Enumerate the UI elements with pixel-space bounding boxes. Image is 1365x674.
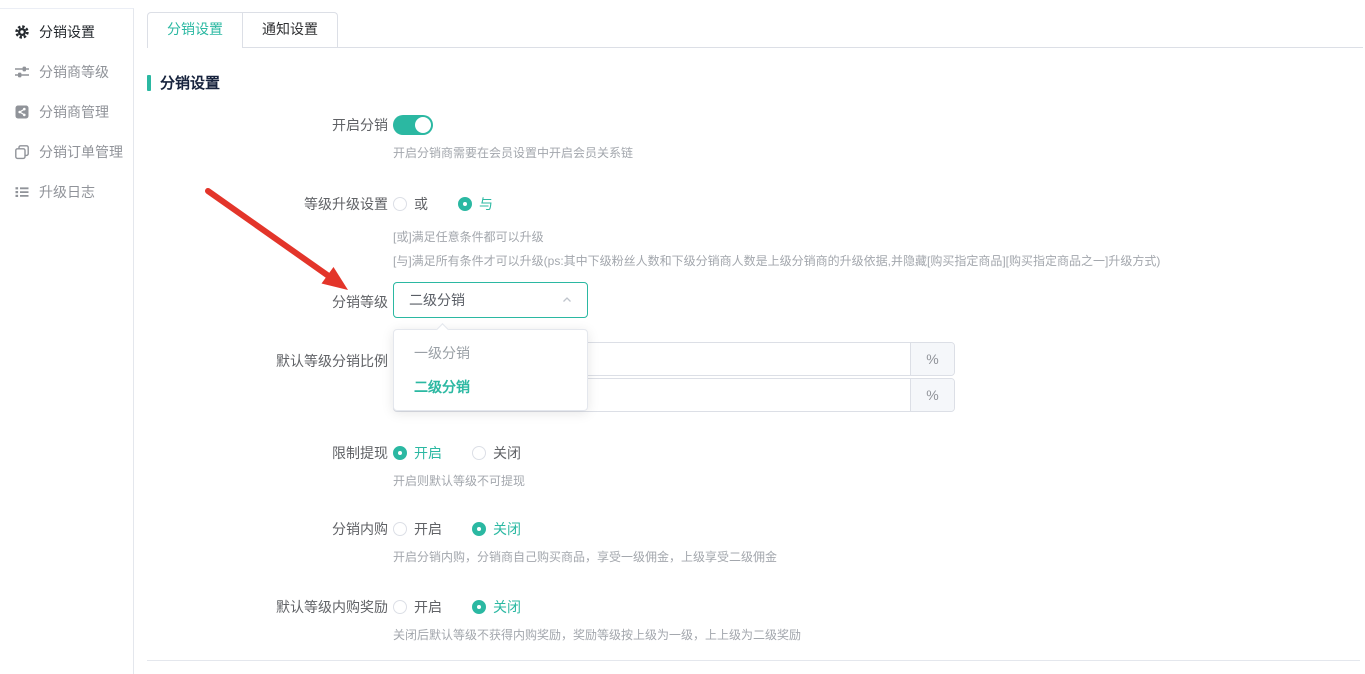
- percent-suffix: %: [910, 379, 954, 411]
- radio-label: 开启: [414, 443, 442, 463]
- section-accent-bar: [147, 75, 151, 91]
- share-icon: [14, 104, 30, 120]
- radio-and[interactable]: 与: [458, 194, 493, 214]
- section-header: 分销设置: [147, 72, 1363, 93]
- form-row-distribution-level: 分销等级 二级分销 一级分销 二级分销: [147, 282, 1363, 318]
- radio-dot: [393, 446, 407, 460]
- sidebar-item-distributor-manage[interactable]: 分销商管理: [0, 92, 133, 132]
- tab-bar: 分销设置 通知设置: [147, 12, 1363, 48]
- radio-dot: [472, 522, 486, 536]
- select-value: 二级分销: [409, 290, 562, 310]
- radio-label: 开启: [414, 519, 442, 539]
- percent-suffix: %: [910, 343, 954, 375]
- radio-withdraw-on[interactable]: 开启: [393, 443, 442, 463]
- radio-dot: [458, 197, 472, 211]
- field-label: 分销等级: [147, 282, 388, 318]
- field-label: 开启分销: [147, 115, 388, 162]
- field-label: 限制提现: [147, 443, 388, 490]
- radio-label: 开启: [414, 597, 442, 617]
- copy-icon: [14, 144, 30, 160]
- sidebar-item-label: 分销商管理: [39, 102, 109, 122]
- inner-reward-radio-group: 开启 关闭: [393, 597, 1363, 617]
- radio-dot: [472, 446, 486, 460]
- chevron-up-icon: [562, 295, 572, 305]
- form-row-enable-distribution: 开启分销 开启分销商需要在会员设置中开启会员关系链: [147, 115, 1363, 162]
- tab-label: 通知设置: [262, 21, 318, 37]
- radio-inner-buy-on[interactable]: 开启: [393, 519, 442, 539]
- radio-dot: [393, 522, 407, 536]
- upgrade-radio-group: 或 与: [393, 194, 1363, 214]
- radio-label: 或: [414, 194, 428, 214]
- tab-notification-settings[interactable]: 通知设置: [243, 12, 338, 47]
- section-title: 分销设置: [160, 72, 220, 93]
- sidebar: 分销设置 分销商等级 分销商管理 分销订单管理 升级日志: [0, 8, 134, 674]
- form-row-upgrade-setting: 等级升级设置 或 与 [或]满足任意条件都可以升级: [147, 194, 1363, 273]
- toggle-knob: [415, 117, 431, 133]
- radio-withdraw-off[interactable]: 关闭: [472, 443, 521, 463]
- field-label: 默认等级分销比例: [147, 342, 388, 412]
- dropdown-option-level-1[interactable]: 一级分销: [394, 336, 587, 370]
- form-row-inner-purchase: 分销内购 开启 关闭 开启分销内购，分销商自己购买商品，享受一级佣金，上级享受二…: [147, 519, 1363, 566]
- form-row-default-ratio: 默认等级分销比例 % %: [147, 342, 1363, 412]
- field-help: 开启分销内购，分销商自己购买商品，享受一级佣金，上级享受二级佣金: [393, 549, 1363, 566]
- radio-dot: [393, 197, 407, 211]
- sidebar-item-label: 分销设置: [39, 22, 95, 42]
- field-label: 默认等级内购奖励: [147, 597, 388, 644]
- level-dropdown-panel: 一级分销 二级分销: [393, 329, 588, 411]
- inner-purchase-radio-group: 开启 关闭: [393, 519, 1363, 539]
- main-content: 分销设置 通知设置 分销设置 开启分销 开启分销商需要在会员设置中开启会员关系链: [135, 0, 1365, 674]
- dropdown-option-level-2[interactable]: 二级分销: [394, 370, 587, 404]
- form-row-restrict-withdraw: 限制提现 开启 关闭 开启则默认等级不可提现: [147, 443, 1363, 490]
- list-icon: [14, 184, 30, 200]
- radio-or[interactable]: 或: [393, 194, 428, 214]
- radio-inner-reward-off[interactable]: 关闭: [472, 597, 521, 617]
- withdraw-radio-group: 开启 关闭: [393, 443, 1363, 463]
- radio-label: 与: [479, 194, 493, 214]
- field-label: 分销内购: [147, 519, 388, 566]
- field-help: [或]满足任意条件都可以升级 [与]满足所有条件才可以升级(ps:其中下级粉丝人…: [393, 225, 1363, 273]
- radio-label: 关闭: [493, 597, 521, 617]
- sliders-icon: [14, 64, 30, 80]
- radio-dot: [472, 600, 486, 614]
- help-line-2: [与]满足所有条件才可以升级(ps:其中下级粉丝人数和下级分销商人数是上级分销商…: [393, 249, 1363, 273]
- form-row-inner-reward: 默认等级内购奖励 开启 关闭 关闭后默认等级不获得内购奖励，奖励等级按上级为一级…: [147, 597, 1363, 644]
- tab-distribution-settings[interactable]: 分销设置: [147, 12, 243, 47]
- radio-dot: [393, 600, 407, 614]
- radio-inner-reward-on[interactable]: 开启: [393, 597, 442, 617]
- radio-inner-buy-off[interactable]: 关闭: [472, 519, 521, 539]
- distribution-level-select[interactable]: 二级分销: [393, 282, 588, 318]
- field-label: 等级升级设置: [147, 194, 388, 273]
- radio-label: 关闭: [493, 443, 521, 463]
- settings-form: 开启分销 开启分销商需要在会员设置中开启会员关系链 等级升级设置 或: [147, 115, 1363, 644]
- bottom-divider: [147, 660, 1360, 661]
- sidebar-item-upgrade-log[interactable]: 升级日志: [0, 172, 133, 212]
- sidebar-item-distributor-level[interactable]: 分销商等级: [0, 52, 133, 92]
- sidebar-item-label: 分销订单管理: [39, 142, 123, 162]
- tab-label: 分销设置: [167, 21, 223, 37]
- enable-distribution-toggle[interactable]: [393, 115, 433, 135]
- sidebar-item-label: 分销商等级: [39, 62, 109, 82]
- gear-icon: [14, 24, 30, 40]
- field-help: 关闭后默认等级不获得内购奖励，奖励等级按上级为一级，上上级为二级奖励: [393, 627, 1363, 644]
- sidebar-item-label: 升级日志: [39, 182, 95, 202]
- field-help: 开启分销商需要在会员设置中开启会员关系链: [393, 145, 1363, 162]
- sidebar-item-distribution-settings[interactable]: 分销设置: [0, 12, 133, 52]
- help-line-1: [或]满足任意条件都可以升级: [393, 225, 1363, 249]
- radio-label: 关闭: [493, 519, 521, 539]
- sidebar-item-distribution-orders[interactable]: 分销订单管理: [0, 132, 133, 172]
- page: 分销设置 分销商等级 分销商管理 分销订单管理 升级日志: [0, 0, 1365, 674]
- field-help: 开启则默认等级不可提现: [393, 473, 1363, 490]
